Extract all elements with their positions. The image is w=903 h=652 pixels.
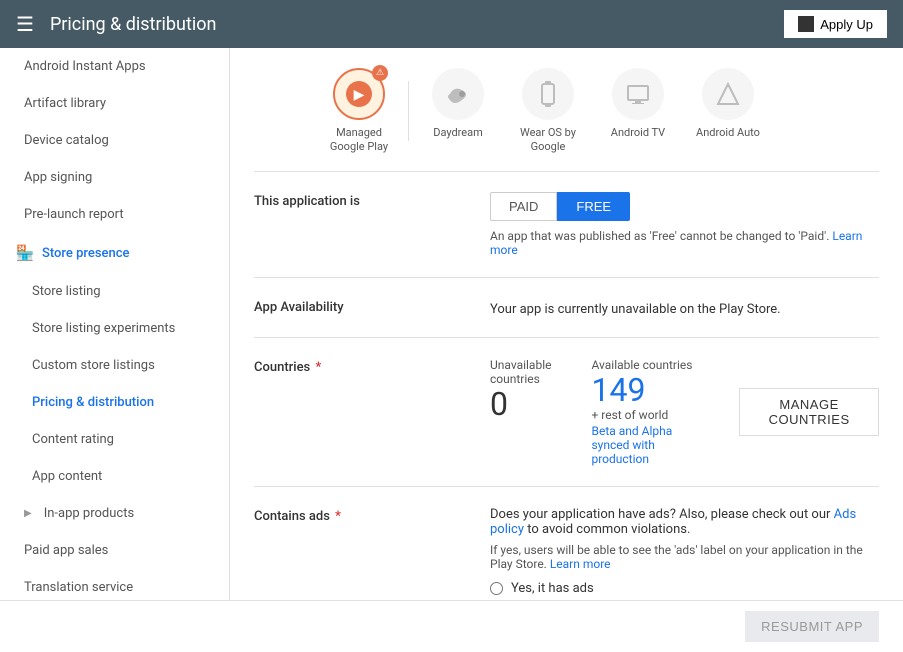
rest-of-world-text: + rest of world [591, 408, 699, 422]
unavailable-label: Unavailablecountries [490, 358, 551, 386]
sidebar-item-app-content[interactable]: App content [0, 458, 229, 495]
daydream-label: Daydream [433, 126, 483, 140]
layout: Android Instant Apps Artifact library De… [0, 48, 903, 600]
contains-ads-label: Contains ads * [254, 507, 474, 524]
sidebar-item-paid-app-sales[interactable]: Paid app sales [0, 532, 229, 569]
countries-required: * [312, 360, 321, 375]
wear-os-label: Wear OS byGoogle [520, 126, 576, 155]
managed-google-play-icon: ▶ [345, 80, 373, 108]
managed-google-play-icon-item[interactable]: ▶ ⚠ ManagedGoogle Play [314, 68, 404, 155]
this-application-label: This application is [254, 192, 474, 209]
countries-content: Unavailablecountries 0 Available countri… [490, 358, 879, 466]
learn-more-ads-link[interactable]: Learn more [550, 557, 611, 571]
sidebar-item-in-app-products[interactable]: ▶ In-app products [0, 495, 229, 532]
sidebar-item-store-listing[interactable]: Store listing [0, 273, 229, 310]
sidebar-item-pricing-distribution[interactable]: Pricing & distribution [0, 384, 229, 421]
sidebar-item-artifact-library[interactable]: Artifact library [0, 85, 229, 122]
ads-required: * [332, 509, 341, 524]
apply-up-button[interactable]: Apply Up [784, 10, 887, 38]
paid-free-toggle: PAID FREE [490, 192, 879, 221]
sidebar-item-store-presence[interactable]: 🏪 Store presence [0, 233, 229, 273]
warning-badge: ⚠ [372, 65, 388, 81]
sidebar-item-store-listing-experiments[interactable]: Store listing experiments [0, 310, 229, 347]
manage-countries-button[interactable]: MANAGE COUNTRIES [739, 388, 879, 436]
icon-separator [408, 81, 409, 141]
available-countries-stat: Available countries 149 + rest of world … [591, 358, 699, 466]
ads-sub-text: If yes, users will be able to see the 'a… [490, 543, 879, 571]
paid-free-info: An app that was published as 'Free' cann… [490, 229, 879, 257]
free-button[interactable]: FREE [557, 192, 630, 221]
android-tv-icon-item[interactable]: Android TV [593, 68, 683, 140]
android-tv-label: Android TV [611, 126, 665, 140]
svg-text:▶: ▶ [354, 87, 365, 103]
app-availability-content: Your app is currently unavailable on the… [490, 298, 879, 317]
managed-google-play-label: ManagedGoogle Play [330, 126, 388, 155]
unavailable-countries-stat: Unavailablecountries 0 [490, 358, 551, 420]
android-auto-icon-item[interactable]: Android Auto [683, 68, 773, 140]
yes-ads-radio-row: Yes, it has ads [490, 581, 879, 596]
countries-label: Countries * [254, 358, 474, 375]
android-auto-label: Android Auto [696, 126, 760, 140]
availability-status: Your app is currently unavailable on the… [490, 298, 879, 317]
countries-grid: Unavailablecountries 0 Available countri… [490, 358, 879, 466]
expand-icon: ▶ [24, 508, 32, 519]
paid-button[interactable]: PAID [490, 192, 557, 221]
sidebar-item-device-catalog[interactable]: Device catalog [0, 122, 229, 159]
menu-icon[interactable]: ☰ [16, 12, 34, 36]
daydream-icon-item[interactable]: Daydream [413, 68, 503, 140]
daydream-icon [442, 78, 474, 110]
sidebar-item-pre-launch-report[interactable]: Pre-launch report [0, 196, 229, 233]
app-availability-section: App Availability Your app is currently u… [254, 278, 879, 338]
sidebar: Android Instant Apps Artifact library De… [0, 48, 230, 600]
available-count: 149 [591, 374, 699, 406]
available-label: Available countries [591, 358, 699, 372]
main-content: ▶ ⚠ ManagedGoogle Play Daydream [230, 48, 903, 600]
sidebar-item-content-rating[interactable]: Content rating [0, 421, 229, 458]
beta-alpha-text: Beta and Alpha synced withproduction [591, 424, 699, 466]
android-auto-icon [712, 78, 744, 110]
countries-section: Countries * Unavailablecountries 0 Avail… [254, 338, 879, 487]
unavailable-count: 0 [490, 388, 551, 420]
store-presence-icon: 🏪 [16, 244, 34, 262]
bottom-bar: RESUBMIT APP [0, 600, 903, 652]
contains-ads-section: Contains ads * Does your application hav… [254, 487, 879, 600]
page-title: Pricing & distribution [50, 14, 784, 35]
yes-ads-radio[interactable] [490, 582, 503, 595]
app-availability-label: App Availability [254, 298, 474, 315]
sidebar-item-android-instant-apps[interactable]: Android Instant Apps [0, 48, 229, 85]
apply-icon [798, 16, 814, 32]
contains-ads-content: Does your application have ads? Also, pl… [490, 507, 879, 596]
topbar: ☰ Pricing & distribution Apply Up [0, 0, 903, 48]
this-application-content: PAID FREE An app that was published as '… [490, 192, 879, 257]
yes-ads-label[interactable]: Yes, it has ads [511, 581, 594, 596]
sidebar-item-custom-store-listings[interactable]: Custom store listings [0, 347, 229, 384]
android-tv-icon [622, 78, 654, 110]
this-application-section: This application is PAID FREE An app tha… [254, 172, 879, 278]
resubmit-app-button[interactable]: RESUBMIT APP [745, 611, 879, 642]
sidebar-item-app-signing[interactable]: App signing [0, 159, 229, 196]
wear-os-icon-item[interactable]: Wear OS byGoogle [503, 68, 593, 155]
sidebar-item-translation-service[interactable]: Translation service [0, 569, 229, 600]
app-icons-row: ▶ ⚠ ManagedGoogle Play Daydream [254, 48, 879, 172]
wear-os-icon [532, 78, 564, 110]
ads-description: Does your application have ads? Also, pl… [490, 507, 879, 537]
